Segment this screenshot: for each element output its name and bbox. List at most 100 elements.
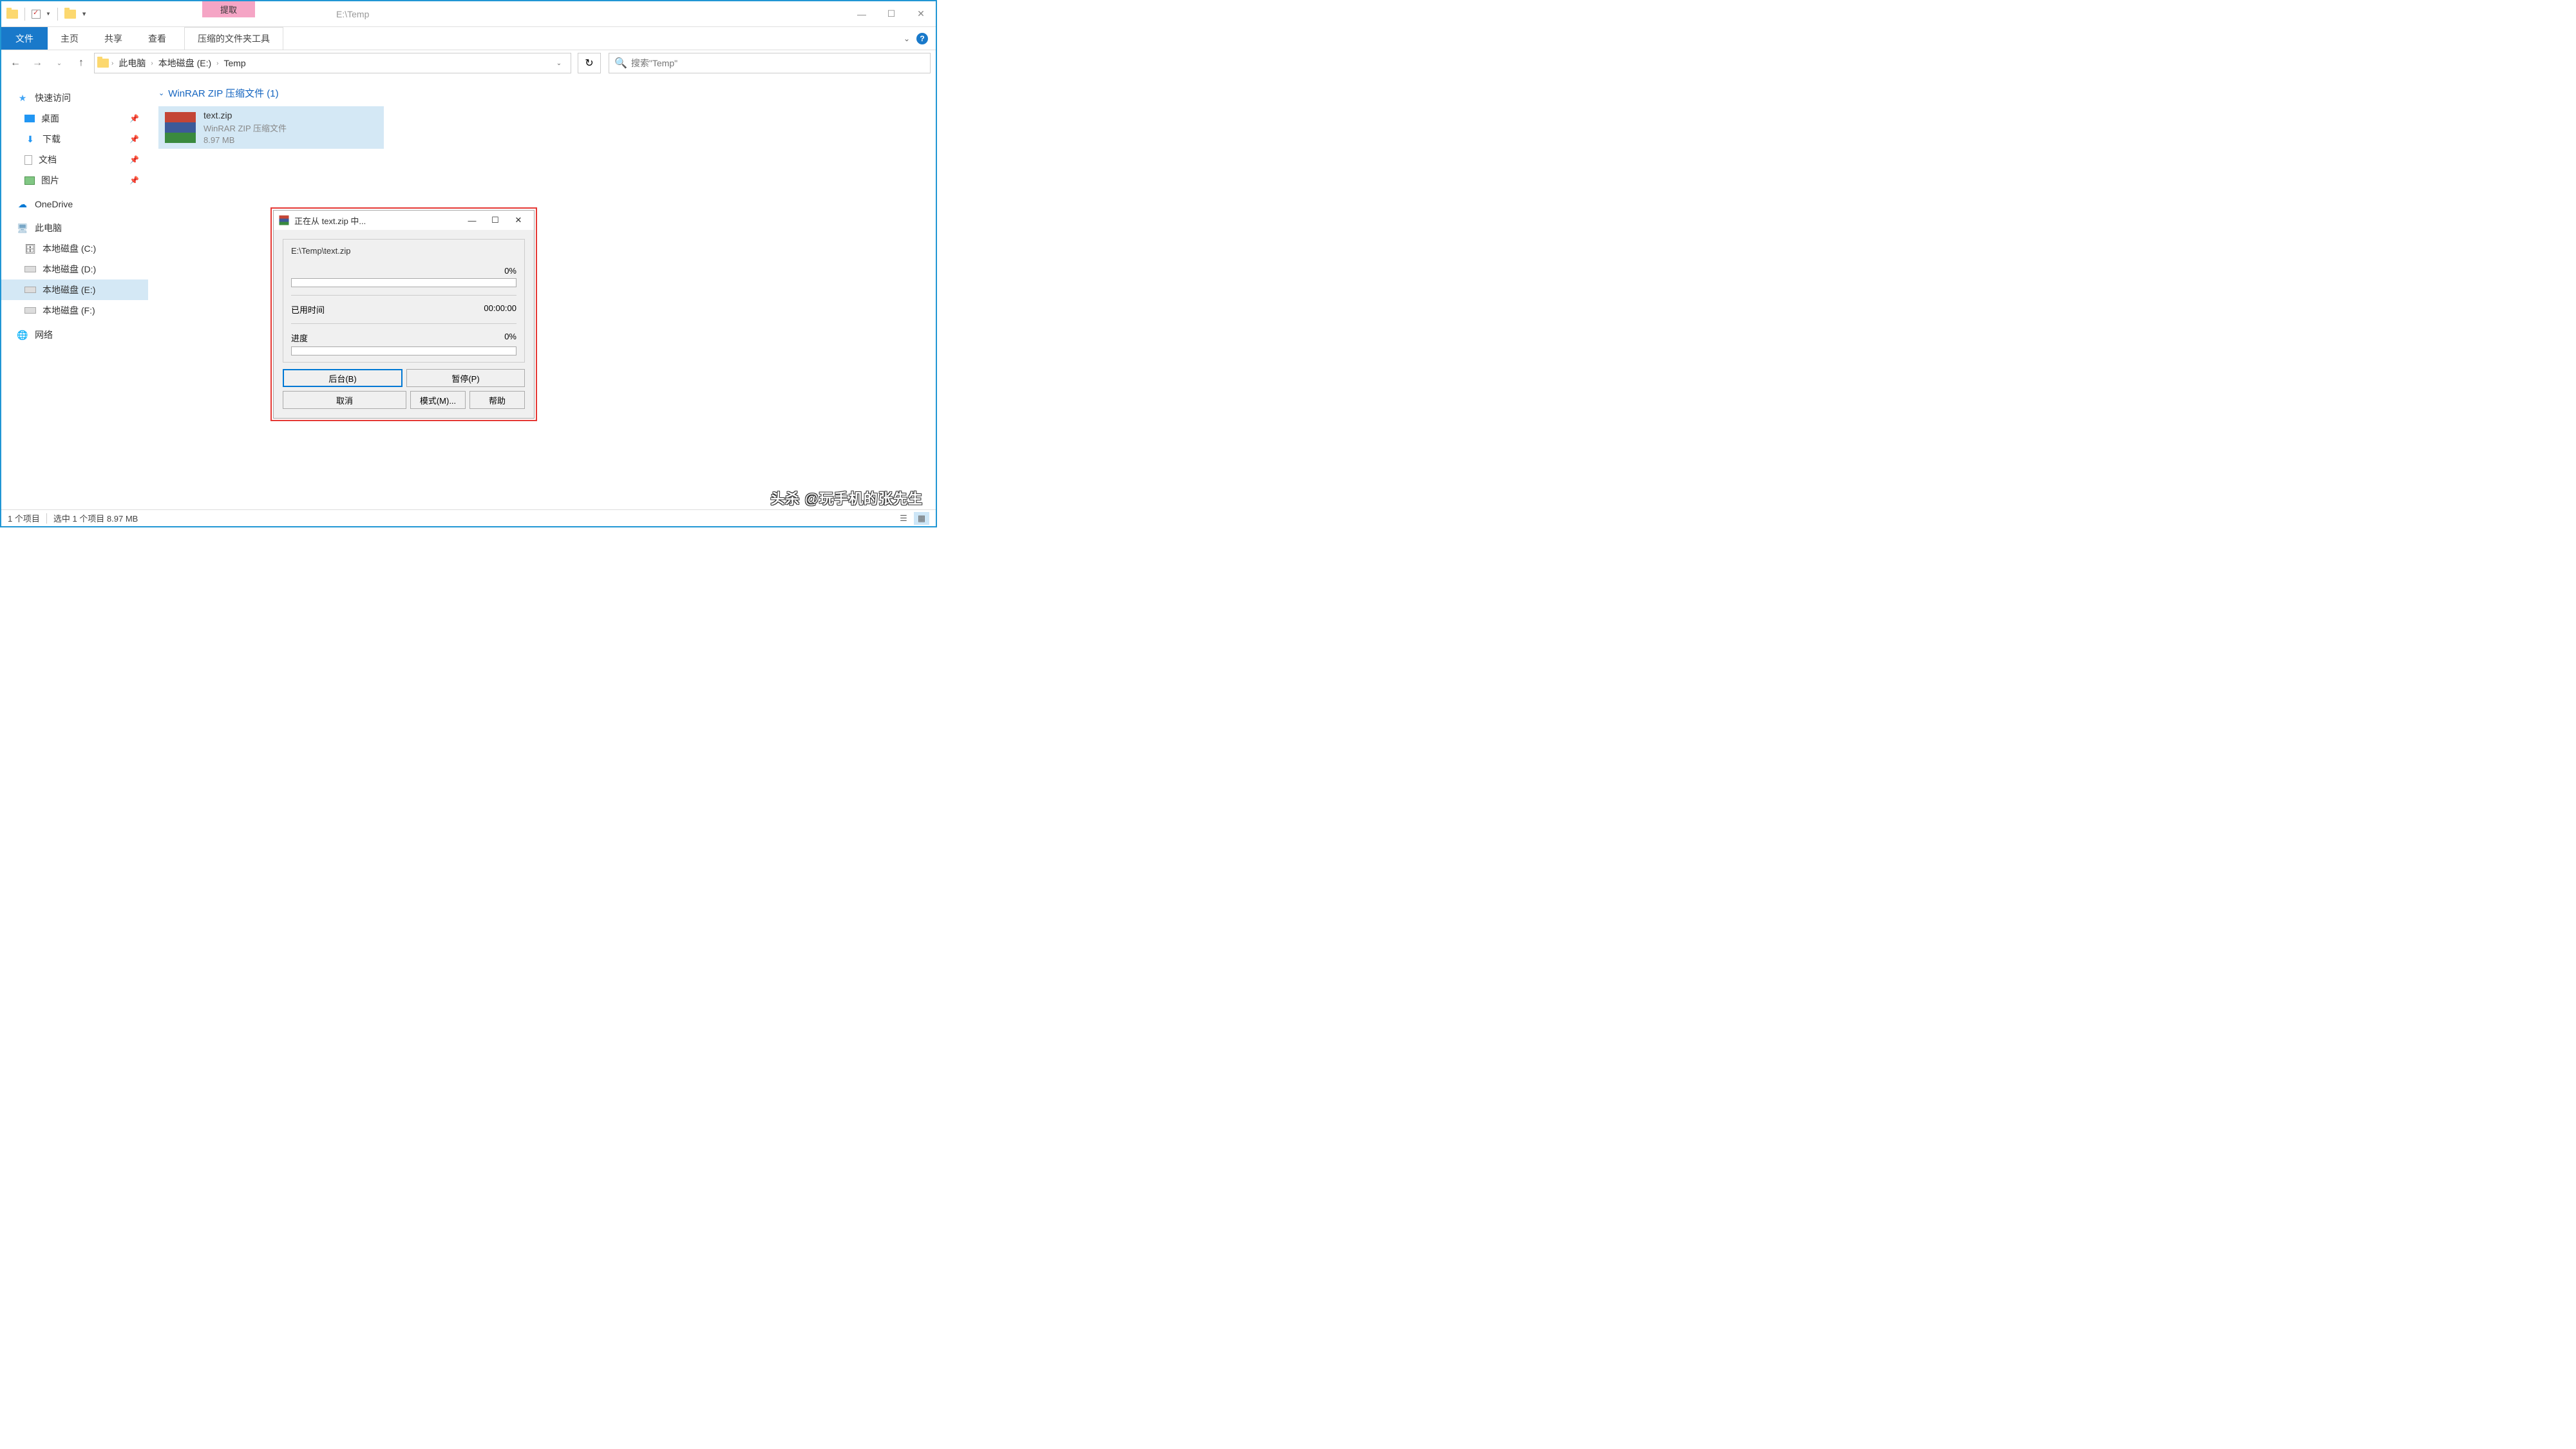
- collapse-ribbon-icon[interactable]: ⌄: [904, 34, 910, 43]
- mode-button[interactable]: 模式(M)...: [410, 391, 466, 409]
- group-header[interactable]: ⌄ WinRAR ZIP 压缩文件 (1): [158, 82, 925, 104]
- drive-icon: 🗄: [24, 243, 36, 254]
- dialog-file-percent: 0%: [504, 266, 516, 276]
- progress-value: 0%: [504, 332, 516, 344]
- dialog-minimize-button[interactable]: —: [460, 211, 484, 229]
- network-icon: 🌐: [17, 329, 28, 341]
- breadcrumb-item[interactable]: 此电脑: [116, 55, 148, 71]
- pin-icon: 📌: [129, 114, 139, 123]
- desktop-icon: [24, 115, 35, 122]
- total-progress-bar: [291, 346, 516, 355]
- elapsed-label: 已用时间: [291, 303, 325, 316]
- folder-icon: [6, 10, 18, 19]
- quick-access-toolbar: ▼ ▾: [1, 8, 86, 21]
- sidebar-drive-f[interactable]: 本地磁盘 (F:): [1, 300, 148, 321]
- dialog-maximize-button[interactable]: ☐: [484, 211, 507, 229]
- cancel-button[interactable]: 取消: [283, 391, 406, 409]
- pin-icon: 📌: [129, 176, 139, 185]
- content-pane: ⌄ WinRAR ZIP 压缩文件 (1) text.zip WinRAR ZI…: [148, 76, 936, 509]
- file-item[interactable]: text.zip WinRAR ZIP 压缩文件 8.97 MB: [158, 106, 384, 149]
- minimize-button[interactable]: —: [847, 1, 876, 26]
- properties-icon[interactable]: [32, 10, 41, 19]
- star-icon: ★: [17, 92, 28, 104]
- status-selected: 选中 1 个项目 8.97 MB: [53, 512, 138, 524]
- extract-dialog: 正在从 text.zip 中... — ☐ ✕ E:\Temp\text.zip…: [273, 210, 535, 419]
- sidebar-drive-e[interactable]: 本地磁盘 (E:): [1, 279, 148, 300]
- file-size: 8.97 MB: [204, 135, 287, 145]
- search-box[interactable]: 🔍: [609, 53, 931, 73]
- download-icon: ⬇: [24, 133, 36, 145]
- elapsed-value: 00:00:00: [484, 303, 516, 316]
- sidebar-this-pc[interactable]: 🖥此电脑: [1, 218, 148, 238]
- dialog-body: E:\Temp\text.zip 0% 已用时间00:00:00 进度0% 后台…: [274, 230, 534, 418]
- chevron-down-icon[interactable]: ▼: [46, 11, 51, 17]
- folder-icon[interactable]: [64, 10, 76, 19]
- dialog-close-button[interactable]: ✕: [507, 211, 530, 229]
- progress-label: 进度: [291, 332, 308, 344]
- pause-button[interactable]: 暂停(P): [406, 369, 525, 387]
- drive-icon: [24, 287, 36, 293]
- search-input[interactable]: [631, 58, 925, 68]
- close-button[interactable]: ✕: [906, 1, 936, 26]
- sidebar-drive-c[interactable]: 🗄本地磁盘 (C:): [1, 238, 148, 259]
- chevron-right-icon[interactable]: ›: [111, 60, 113, 67]
- sidebar-network[interactable]: 🌐网络: [1, 325, 148, 345]
- up-button[interactable]: ↑: [72, 54, 90, 72]
- chevron-down-icon: ⌄: [158, 89, 164, 97]
- dialog-buttons: 后台(B) 暂停(P) 取消 模式(M)... 帮助: [283, 369, 525, 409]
- file-progress-bar: [291, 278, 516, 287]
- file-type: WinRAR ZIP 压缩文件: [204, 122, 287, 134]
- sidebar-desktop[interactable]: 桌面📌: [1, 108, 148, 129]
- tab-home[interactable]: 主页: [48, 27, 91, 50]
- separator: [57, 8, 58, 21]
- pc-icon: 🖥: [17, 222, 28, 234]
- address-dropdown-button[interactable]: ⌄: [550, 53, 568, 73]
- forward-button[interactable]: →: [28, 54, 46, 72]
- sidebar-onedrive[interactable]: ☁OneDrive: [1, 194, 148, 214]
- tab-file[interactable]: 文件: [1, 27, 48, 50]
- file-info: text.zip WinRAR ZIP 压缩文件 8.97 MB: [204, 110, 287, 145]
- extract-dialog-highlight: 正在从 text.zip 中... — ☐ ✕ E:\Temp\text.zip…: [270, 207, 537, 421]
- navigation-pane: ★快速访问 桌面📌 ⬇下载📌 文档📌 图片📌 ☁OneDrive 🖥此电脑 🗄本…: [1, 76, 148, 509]
- sidebar-drive-d[interactable]: 本地磁盘 (D:): [1, 259, 148, 279]
- onedrive-icon: ☁: [17, 198, 28, 210]
- winrar-icon: [165, 112, 196, 143]
- drive-icon: [24, 307, 36, 314]
- window-title: E:\Temp: [317, 9, 369, 19]
- qat-overflow[interactable]: ▾: [82, 10, 86, 18]
- large-icons-view-button[interactable]: ▦: [914, 512, 929, 525]
- tab-view[interactable]: 查看: [135, 27, 179, 50]
- back-button[interactable]: ←: [6, 54, 24, 72]
- winrar-icon: [278, 214, 290, 227]
- maximize-button[interactable]: ☐: [876, 1, 906, 26]
- tab-compressed-tools[interactable]: 压缩的文件夹工具: [184, 27, 283, 50]
- sidebar-documents[interactable]: 文档📌: [1, 149, 148, 170]
- recent-locations-button[interactable]: ⌄: [50, 54, 68, 72]
- sidebar-pictures[interactable]: 图片📌: [1, 170, 148, 191]
- picture-icon: [24, 176, 35, 185]
- context-tab-label: 提取: [202, 1, 255, 17]
- status-bar: 1 个项目 选中 1 个项目 8.97 MB ☰ ▦: [1, 509, 936, 526]
- file-name: text.zip: [204, 110, 287, 120]
- chevron-right-icon[interactable]: ›: [216, 60, 218, 67]
- help-icon[interactable]: ?: [916, 33, 928, 44]
- chevron-right-icon[interactable]: ›: [151, 60, 153, 67]
- dialog-progress-panel: E:\Temp\text.zip 0% 已用时间00:00:00 进度0%: [283, 239, 525, 363]
- help-button[interactable]: 帮助: [469, 391, 525, 409]
- sidebar-quick-access[interactable]: ★快速访问: [1, 88, 148, 108]
- refresh-button[interactable]: ↻: [578, 53, 601, 73]
- folder-icon: [97, 59, 109, 68]
- address-bar[interactable]: › 此电脑 › 本地磁盘 (E:) › Temp ⌄: [94, 53, 571, 73]
- tab-share[interactable]: 共享: [91, 27, 135, 50]
- pin-icon: 📌: [129, 135, 139, 144]
- search-icon: 🔍: [614, 57, 627, 70]
- watermark: 头杀 @玩手机的张先生: [770, 488, 923, 508]
- background-button[interactable]: 后台(B): [283, 369, 402, 387]
- title-bar: ▼ ▾ 提取 E:\Temp — ☐ ✕: [1, 1, 936, 27]
- dialog-titlebar[interactable]: 正在从 text.zip 中... — ☐ ✕: [274, 211, 534, 230]
- breadcrumb-item[interactable]: Temp: [221, 57, 248, 70]
- dialog-title: 正在从 text.zip 中...: [294, 214, 460, 227]
- details-view-button[interactable]: ☰: [896, 512, 911, 525]
- sidebar-downloads[interactable]: ⬇下载📌: [1, 129, 148, 149]
- breadcrumb-item[interactable]: 本地磁盘 (E:): [156, 55, 214, 71]
